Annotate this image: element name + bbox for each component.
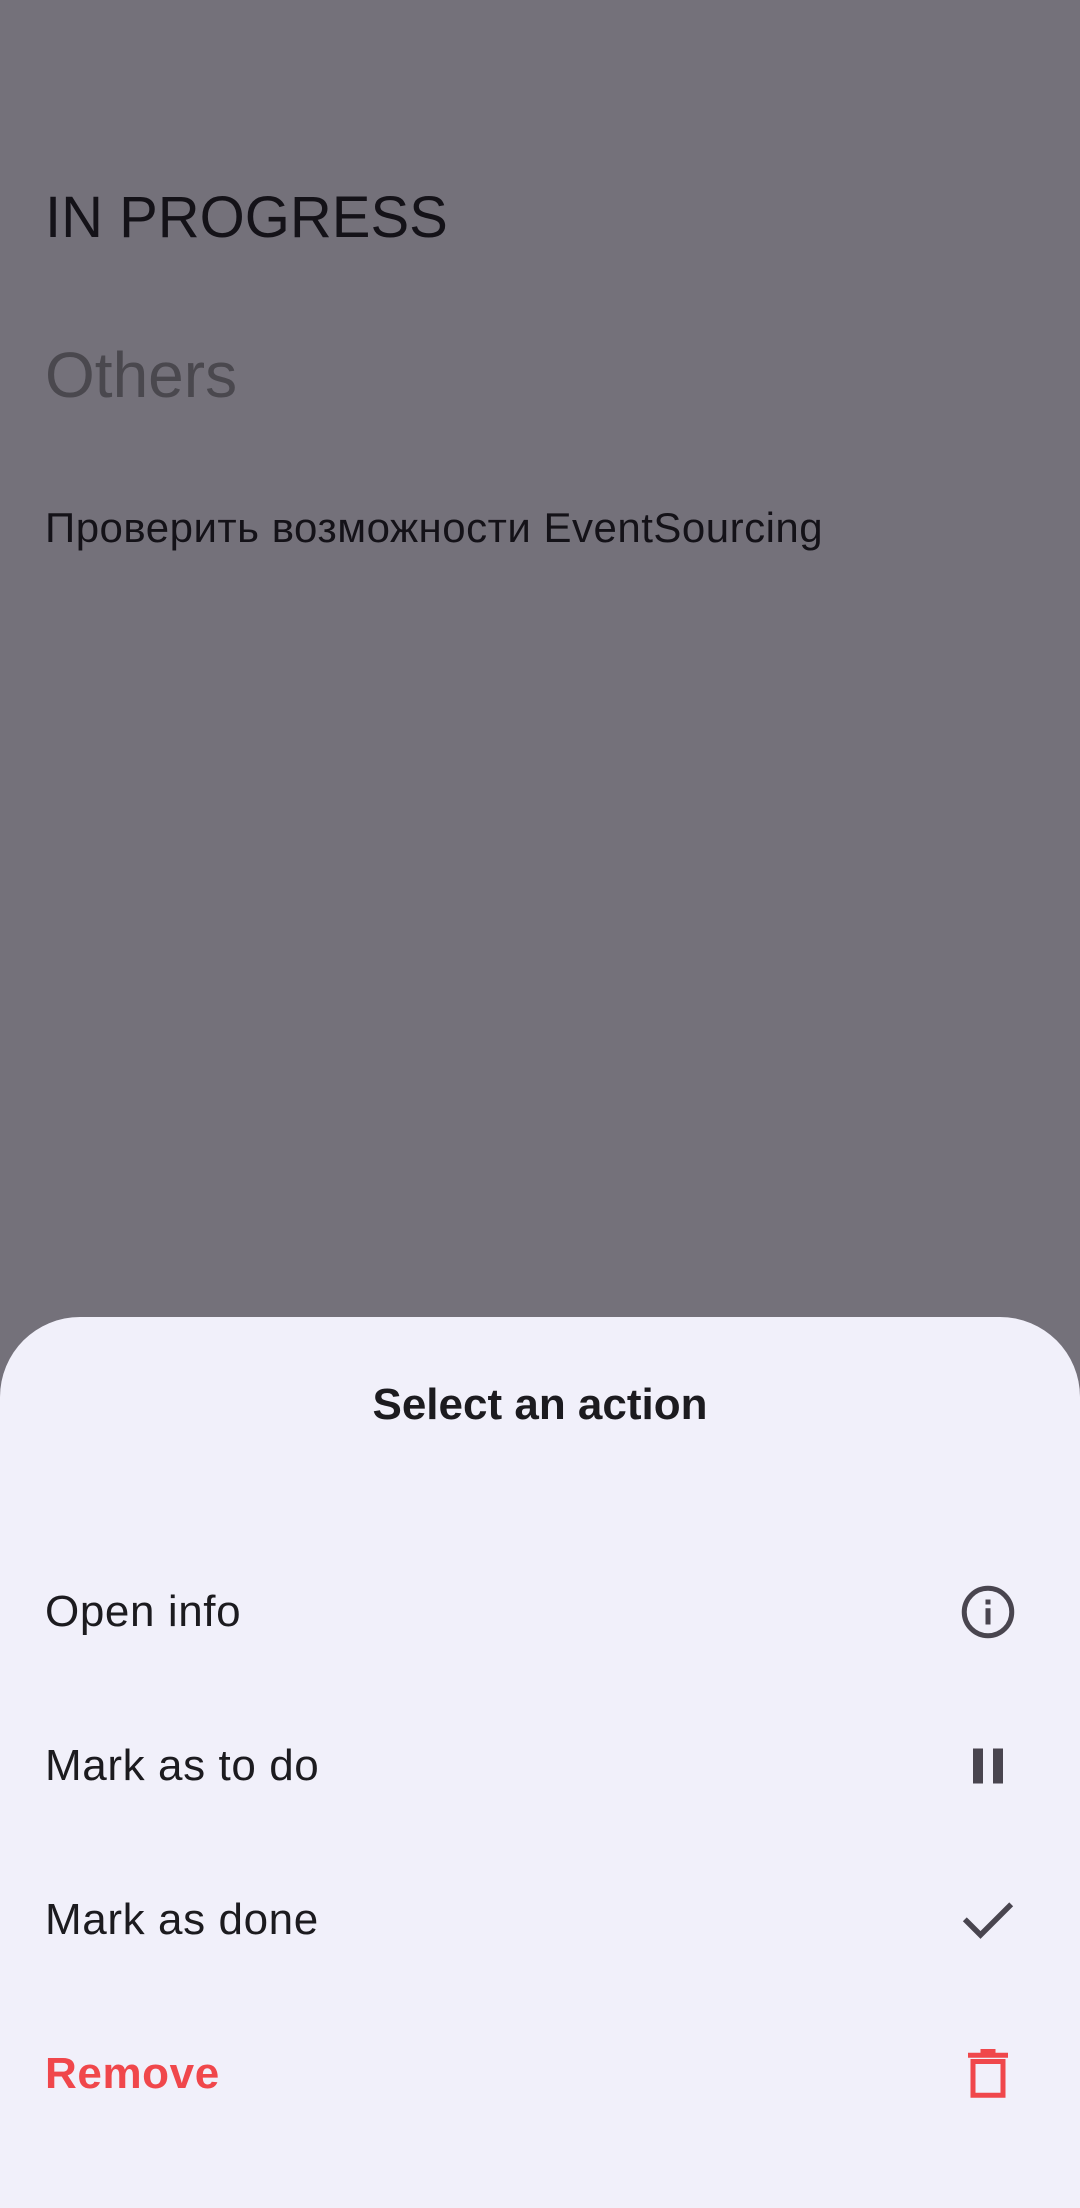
check-icon [958,1890,1018,1950]
mark-as-todo-label: Mark as to do [45,1741,320,1790]
open-info-label: Open info [45,1587,242,1636]
task-item[interactable]: Проверить возможности EventSourcing [45,500,823,556]
group-title: Others [45,339,238,411]
mark-as-done-label: Mark as done [45,1895,319,1944]
trash-icon [958,2044,1018,2104]
info-icon [958,1582,1018,1642]
open-info-action[interactable]: Open info [0,1535,1080,1689]
remove-label: Remove [45,2049,220,2098]
action-bottom-sheet: Select an action Open info Mark as to do… [0,1317,1080,2208]
pause-icon [958,1736,1018,1796]
section-title: IN PROGRESS [45,185,448,250]
mark-as-todo-action[interactable]: Mark as to do [0,1689,1080,1843]
sheet-title: Select an action [372,1380,708,1429]
mark-as-done-action[interactable]: Mark as done [0,1843,1080,1997]
remove-action[interactable]: Remove [0,1997,1080,2151]
